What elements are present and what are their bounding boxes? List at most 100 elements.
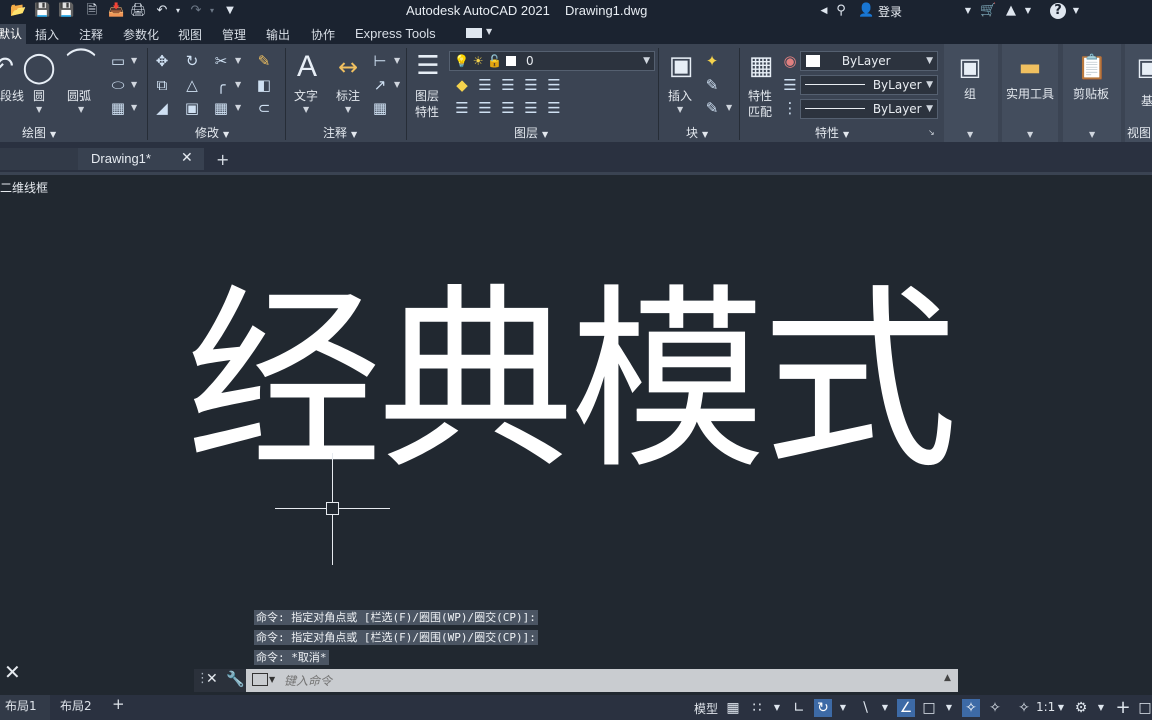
- a360-icon[interactable]: ▲: [1003, 3, 1019, 19]
- help-dropdown-icon[interactable]: ▼: [1068, 3, 1084, 19]
- polar-dropdown-icon[interactable]: ▼: [834, 699, 852, 717]
- snap-icon[interactable]: ∷: [748, 699, 766, 717]
- leader-dropdown-icon[interactable]: ▼: [394, 80, 400, 89]
- command-prompt-icon[interactable]: [252, 673, 268, 686]
- close-icon[interactable]: ✕: [206, 671, 218, 687]
- leader-icon[interactable]: ↗: [370, 76, 390, 94]
- rectangle-dropdown-icon[interactable]: ▼: [131, 56, 137, 65]
- save-icon[interactable]: 💾: [34, 3, 50, 19]
- cart-icon[interactable]: 🛒: [980, 3, 996, 19]
- linetype-icon[interactable]: ⋮: [780, 99, 800, 117]
- undo-icon[interactable]: ↶: [154, 3, 170, 19]
- dimension-icon[interactable]: ↔: [331, 50, 365, 84]
- linear-dimension-dropdown-icon[interactable]: ▼: [394, 56, 400, 65]
- save-as-icon[interactable]: 💾: [58, 3, 74, 19]
- match-properties-label-2[interactable]: 匹配: [748, 105, 772, 119]
- redo-dropdown-icon[interactable]: ▾: [204, 3, 220, 19]
- clipboard-panel[interactable]: 📋 剪贴板 ▼: [1063, 44, 1121, 142]
- make-current-icon[interactable]: ☰: [544, 76, 564, 94]
- layout-tab-1[interactable]: 布局1: [5, 697, 37, 714]
- linetype-dropdown[interactable]: ByLayer ▼: [800, 99, 938, 119]
- isodraft-icon[interactable]: ∖: [856, 699, 874, 717]
- polar-tracking-icon[interactable]: ↻: [814, 699, 832, 717]
- snap-dropdown-icon[interactable]: ▼: [768, 699, 786, 717]
- layer-unlock-icon[interactable]: ☰: [521, 99, 541, 117]
- layer-dropdown[interactable]: 💡 ☀ 🔓 0 ▼: [449, 51, 655, 71]
- tab-insert[interactable]: 插入: [35, 26, 59, 43]
- scale-dropdown-icon[interactable]: ▼: [1052, 699, 1070, 717]
- polyline-icon[interactable]: ↶: [0, 50, 20, 84]
- erase-icon[interactable]: ✎: [254, 52, 274, 70]
- scale-icon[interactable]: ▣: [182, 99, 202, 117]
- fillet-icon[interactable]: ╭: [211, 76, 231, 94]
- command-input[interactable]: [282, 670, 936, 692]
- command-history-toggle-icon[interactable]: ▲: [944, 673, 951, 683]
- dimension-dropdown-icon[interactable]: ▼: [345, 105, 351, 114]
- ribbon-minimize-icon[interactable]: [466, 28, 482, 38]
- polyline-label[interactable]: 多段线: [0, 89, 24, 103]
- layer-isolate-icon[interactable]: ☰: [475, 76, 495, 94]
- workspace-gear-icon[interactable]: ⚙: [1072, 699, 1090, 717]
- lineweight-dropdown[interactable]: ByLayer ▼: [800, 75, 938, 95]
- model-space-button[interactable]: 模型: [694, 700, 718, 717]
- auto-scale-icon[interactable]: ✧: [986, 699, 1004, 717]
- workspace-dropdown-icon[interactable]: ▼: [1092, 699, 1110, 717]
- rotate-icon[interactable]: ↻: [182, 52, 202, 70]
- open-icon[interactable]: 📂: [10, 3, 26, 19]
- start-tab[interactable]: [0, 148, 78, 170]
- fillet-dropdown-icon[interactable]: ▼: [235, 80, 241, 89]
- tab-view[interactable]: 视图: [178, 26, 202, 43]
- tab-manage[interactable]: 管理: [222, 26, 246, 43]
- create-block-icon[interactable]: ✦: [702, 52, 722, 70]
- edit-attributes-dropdown-icon[interactable]: ▼: [726, 103, 732, 112]
- tab-collaborate[interactable]: 协作: [311, 26, 335, 43]
- sign-in-dropdown-icon[interactable]: ▼: [960, 3, 976, 19]
- new-tab-icon[interactable]: +: [216, 150, 229, 169]
- arc-icon[interactable]: ⌒: [64, 48, 98, 82]
- recent-commands-dropdown-icon[interactable]: ▼: [269, 675, 275, 684]
- search-icon[interactable]: ⚲: [833, 3, 849, 19]
- block-panel-label[interactable]: 块 ▼: [686, 124, 708, 141]
- view-panel[interactable]: ▣ 基 视图: [1125, 44, 1152, 142]
- user-icon[interactable]: 👤: [858, 3, 874, 19]
- lineweight-icon[interactable]: ☰: [780, 76, 800, 94]
- arc-dropdown-icon[interactable]: ▼: [78, 105, 84, 114]
- layer-lock-tool-icon[interactable]: ☰: [521, 76, 541, 94]
- text-icon[interactable]: A: [290, 50, 324, 84]
- layer-properties-icon[interactable]: ☰: [411, 49, 445, 83]
- layer-off-icon[interactable]: ◆: [452, 76, 472, 94]
- search-expand-icon[interactable]: ◀: [816, 3, 832, 19]
- object-snap-tracking-icon[interactable]: ∠: [897, 699, 915, 717]
- match-layer-icon[interactable]: ☰: [544, 99, 564, 117]
- utilities-panel[interactable]: ▬ 实用工具 ▼: [1002, 44, 1058, 142]
- document-tab[interactable]: Drawing1* ✕: [78, 148, 204, 170]
- table-icon[interactable]: ▦: [370, 99, 390, 117]
- text-label[interactable]: 文字: [294, 89, 318, 103]
- arc-label[interactable]: 圆弧: [67, 89, 91, 103]
- mirror-icon[interactable]: △: [182, 76, 202, 94]
- ellipse-icon[interactable]: ⬭: [108, 76, 128, 94]
- layer-unisolate-icon[interactable]: ☰: [475, 99, 495, 117]
- rectangle-icon[interactable]: ▭: [108, 52, 128, 70]
- a360-dropdown-icon[interactable]: ▼: [1020, 3, 1036, 19]
- help-icon[interactable]: ?: [1050, 3, 1066, 19]
- viewport-visual-style-label[interactable]: 二维线框: [0, 179, 48, 196]
- offset-icon[interactable]: ⊂: [254, 99, 274, 117]
- layer-freeze-tool-icon[interactable]: ☰: [498, 76, 518, 94]
- annotation-scale-icon[interactable]: ✧: [1015, 699, 1033, 717]
- group-panel[interactable]: ▣ 组 ▼: [944, 44, 998, 142]
- array-icon[interactable]: ▦: [211, 99, 231, 117]
- ellipse-dropdown-icon[interactable]: ▼: [131, 80, 137, 89]
- layer-properties-label-1[interactable]: 图层: [415, 89, 439, 103]
- edit-attributes-icon[interactable]: ✎: [702, 99, 722, 117]
- edit-block-icon[interactable]: ✎: [702, 76, 722, 94]
- circle-dropdown-icon[interactable]: ▼: [36, 105, 42, 114]
- web-open-icon[interactable]: 🗎: [84, 3, 100, 19]
- layers-panel-label[interactable]: 图层 ▼: [514, 124, 548, 141]
- sign-in-link[interactable]: 登录: [878, 3, 902, 20]
- layout-tab-2[interactable]: 布局2: [60, 697, 92, 714]
- customize-qat-icon[interactable]: ▼: [222, 3, 238, 19]
- tab-parametric[interactable]: 参数化: [123, 26, 159, 43]
- layer-thaw-icon[interactable]: ☰: [498, 99, 518, 117]
- undo-dropdown-icon[interactable]: ▾: [170, 3, 186, 19]
